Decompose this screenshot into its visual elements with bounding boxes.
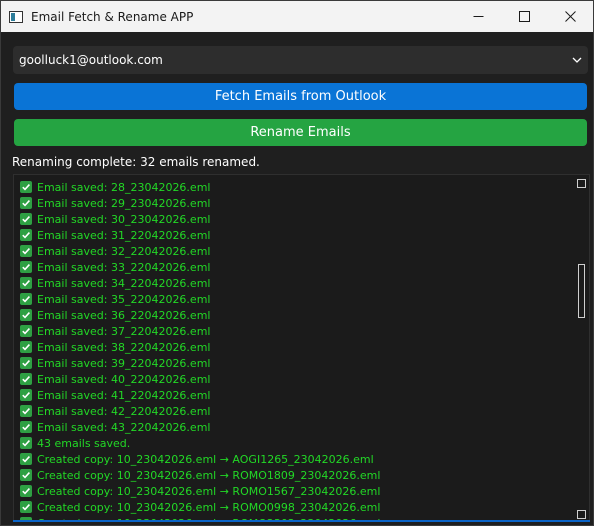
log-entry: Email saved: 38_22042026.eml	[20, 339, 571, 355]
log-entry: Email saved: 41_22042026.eml	[20, 387, 571, 403]
window-controls	[455, 1, 593, 32]
check-mark-icon	[20, 309, 32, 321]
check-mark-icon	[20, 485, 32, 497]
check-mark-icon	[20, 341, 32, 353]
window-title: Email Fetch & Rename APP	[31, 9, 194, 24]
log-entry: Email saved: 30_23042026.eml	[20, 211, 571, 227]
check-mark-icon	[20, 389, 32, 401]
log-entry-text: Created copy: 10_23042026.eml → ROMO1809…	[37, 468, 381, 482]
check-mark-icon	[20, 373, 32, 385]
log-entry: Created copy: 10_23042026.eml → ROMO1567…	[20, 483, 571, 499]
log-entry-text: Email saved: 43_22042026.eml	[37, 420, 211, 434]
log-entry: Email saved: 39_22042026.eml	[20, 355, 571, 371]
log-list: Email saved: 28_23042026.eml Email saved:…	[20, 179, 571, 521]
log-entry: Email saved: 35_22042026.eml	[20, 291, 571, 307]
check-mark-icon	[20, 229, 32, 241]
check-mark-icon	[20, 261, 32, 273]
log-entry-text: Email saved: 28_23042026.eml	[37, 180, 211, 194]
log-scrollbar[interactable]	[576, 176, 588, 520]
log-entry-text: Email saved: 41_22042026.eml	[37, 388, 211, 402]
scroll-down-arrow[interactable]	[577, 510, 586, 519]
minimize-icon	[473, 16, 483, 17]
check-mark-icon	[20, 181, 32, 193]
app-window-icon	[9, 10, 23, 23]
log-entry: Email saved: 40_22042026.eml	[20, 371, 571, 387]
log-entry-text: Email saved: 36_22042026.eml	[37, 308, 211, 322]
log-entry: Email saved: 34_22042026.eml	[20, 275, 571, 291]
log-entry-text: Email saved: 30_23042026.eml	[37, 212, 211, 226]
title-bar[interactable]: Email Fetch & Rename APP	[1, 1, 593, 32]
check-mark-icon	[20, 197, 32, 209]
log-entry-text: Email saved: 42_22042026.eml	[37, 404, 211, 418]
log-entry: Email saved: 33_22042026.eml	[20, 259, 571, 275]
log-entry-text: Created copy: 10_23042026.eml → ROMO0998…	[37, 500, 381, 514]
check-mark-icon	[20, 245, 32, 257]
log-entry-text: Created copy: 10_23042026.eml → ROMO1567…	[37, 484, 381, 498]
log-entry: Email saved: 28_23042026.eml	[20, 179, 571, 195]
log-entry-text: Created copy: 10_23042026.eml → AOGI1265…	[37, 452, 374, 466]
log-entry: Email saved: 31_22042026.eml	[20, 227, 571, 243]
log-entry: Created copy: 10_23042026.eml → AOGI1265…	[20, 451, 571, 467]
close-icon	[564, 11, 576, 22]
log-entry-text: Email saved: 29_23042026.eml	[37, 196, 211, 210]
account-dropdown-value: goolluck1@outlook.com	[19, 53, 163, 67]
log-entry: Email saved: 42_22042026.eml	[20, 403, 571, 419]
log-entry-text: Email saved: 38_22042026.eml	[37, 340, 211, 354]
check-mark-icon	[20, 421, 32, 433]
log-entry-text: Email saved: 33_22042026.eml	[37, 260, 211, 274]
rename-emails-button[interactable]: Rename Emails	[14, 119, 587, 146]
log-entry-text: Email saved: 39_22042026.eml	[37, 356, 211, 370]
account-dropdown[interactable]: goolluck1@outlook.com	[13, 46, 588, 74]
log-entry: Email saved: 29_23042026.eml	[20, 195, 571, 211]
log-entry: Created copy: 10_23042026.eml → ROMO1809…	[20, 467, 571, 483]
status-text: Renaming complete: 32 emails renamed.	[12, 155, 260, 169]
check-mark-icon	[20, 293, 32, 305]
close-button[interactable]	[547, 1, 593, 32]
maximize-icon	[518, 11, 530, 22]
app-window: Email Fetch & Rename APP goolluck1@outlo…	[0, 0, 594, 526]
log-entry: Email saved: 32_22042026.eml	[20, 243, 571, 259]
check-mark-icon	[20, 453, 32, 465]
log-entry: Created copy: 10_23042026.eml → ROMO0998…	[20, 499, 571, 515]
fetch-emails-button[interactable]: Fetch Emails from Outlook	[14, 83, 587, 110]
check-mark-icon	[20, 277, 32, 289]
log-entry-text: Email saved: 35_22042026.eml	[37, 292, 211, 306]
log-entry: Email saved: 36_22042026.eml	[20, 307, 571, 323]
log-entry-text: Email saved: 34_22042026.eml	[37, 276, 211, 290]
log-entry: 43 emails saved.	[20, 435, 571, 451]
scroll-up-arrow[interactable]	[577, 179, 586, 188]
log-panel[interactable]: Email saved: 28_23042026.eml Email saved:…	[13, 174, 590, 522]
maximize-button[interactable]	[501, 1, 547, 32]
log-entry-text: Email saved: 31_22042026.eml	[37, 228, 211, 242]
check-mark-icon	[20, 325, 32, 337]
check-mark-icon	[20, 437, 32, 449]
minimize-button[interactable]	[455, 1, 501, 32]
log-entry-text: Email saved: 37_22042026.eml	[37, 324, 211, 338]
check-mark-icon	[20, 469, 32, 481]
scroll-thumb[interactable]	[578, 264, 585, 318]
log-entry-text: Email saved: 32_22042026.eml	[37, 244, 211, 258]
check-mark-icon	[20, 357, 32, 369]
check-mark-icon	[20, 405, 32, 417]
log-entry-text: 43 emails saved.	[37, 436, 131, 450]
chevron-down-icon	[572, 57, 582, 63]
log-entry: Email saved: 37_22042026.eml	[20, 323, 571, 339]
check-mark-icon	[20, 501, 32, 513]
log-entry: Email saved: 43_22042026.eml	[20, 419, 571, 435]
bottom-accent-line	[13, 520, 590, 522]
check-mark-icon	[20, 213, 32, 225]
log-entry-text: Email saved: 40_22042026.eml	[37, 372, 211, 386]
